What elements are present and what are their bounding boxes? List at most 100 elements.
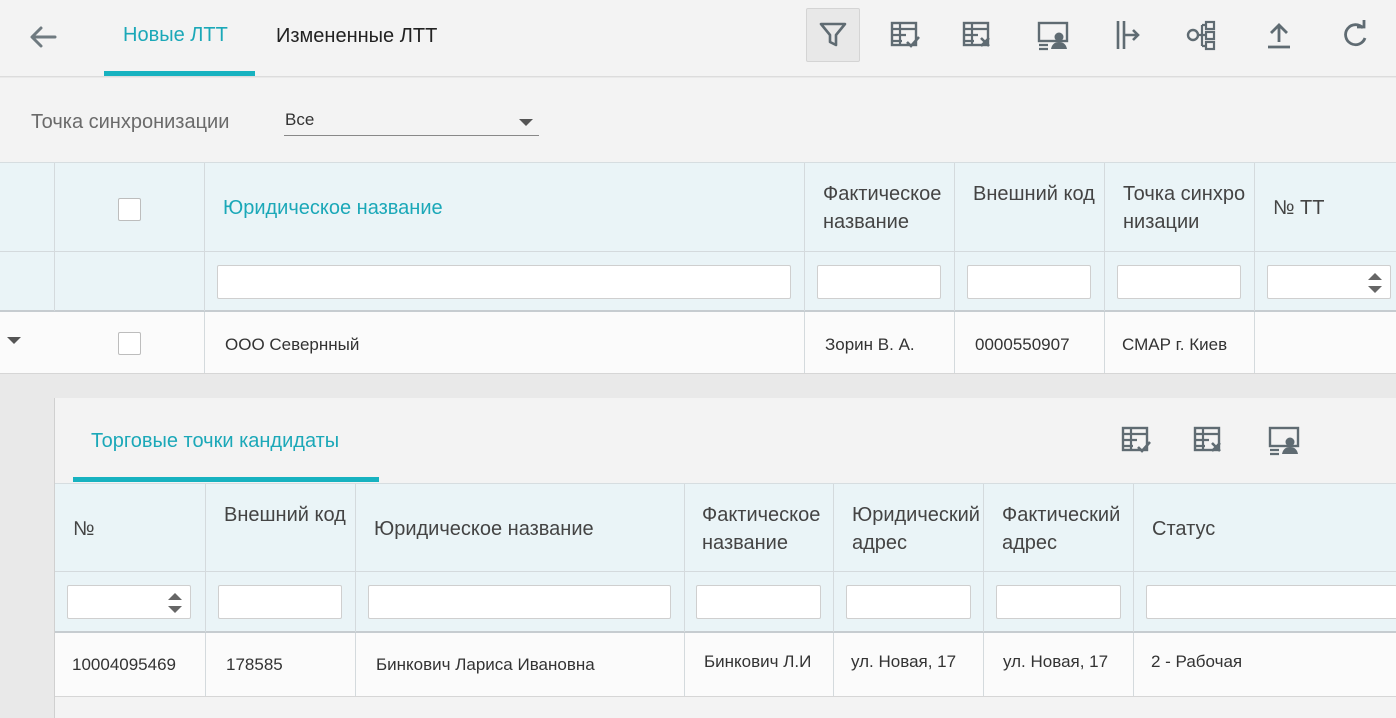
tab-candidate-points[interactable]: Торговые точки кандидаты <box>73 398 379 482</box>
cell-number: 10004095469 <box>72 655 177 674</box>
tab-changed-ltt[interactable]: Измененные ЛТТ <box>276 0 466 76</box>
tab-new-ltt-label: Новые ЛТТ <box>123 24 228 46</box>
column-divider <box>983 484 984 632</box>
chevron-down-icon <box>519 119 533 126</box>
tab-active-indicator <box>73 477 379 482</box>
grid-check-icon <box>890 21 920 48</box>
split-icon <box>1116 21 1140 49</box>
col-tt-number[interactable]: № ТТ <box>1273 194 1324 222</box>
col-actual-name[interactable]: Фактическое название <box>823 180 951 236</box>
filter-external-code-input[interactable] <box>967 265 1091 299</box>
detail-table-header: № Внешний код Юридическое название Факти… <box>55 483 1396 633</box>
user-card-icon <box>1268 426 1300 456</box>
refresh-icon <box>1344 20 1367 47</box>
sync-point-select[interactable]: Все <box>284 106 539 136</box>
main-table-header: Юридическое название Фактическое названи… <box>0 162 1396 312</box>
column-divider <box>204 163 205 311</box>
column-divider <box>983 633 984 696</box>
col-sync-point[interactable]: Точка синхронизации <box>1123 180 1252 236</box>
cell-external-code: 178585 <box>226 655 283 674</box>
refresh-button[interactable] <box>1328 8 1382 62</box>
sync-point-label: Точка синхронизации <box>31 111 230 133</box>
filter-legal-name-input[interactable] <box>368 585 671 619</box>
spinner-icon[interactable] <box>1368 273 1382 293</box>
column-divider <box>684 633 685 696</box>
upload-button[interactable] <box>1252 8 1306 62</box>
tab-candidate-points-label: Торговые точки кандидаты <box>91 430 340 452</box>
filter-button[interactable] <box>806 8 860 62</box>
col-external-code[interactable]: Внешний код <box>224 501 352 529</box>
col-legal-name[interactable]: Юридическое название <box>223 194 443 222</box>
tab-new-ltt[interactable]: Новые ЛТТ <box>104 0 255 76</box>
col-legal-name[interactable]: Юридическое название <box>374 515 594 543</box>
column-divider <box>204 312 205 373</box>
table-row[interactable]: 10004095469 178585 Бинкович Лариса Ивано… <box>55 633 1396 697</box>
column-divider <box>205 633 206 696</box>
column-divider <box>954 163 955 311</box>
filter-tt-number-input[interactable] <box>1267 265 1391 299</box>
column-divider <box>1104 312 1105 373</box>
filter-status-input[interactable] <box>1146 585 1396 619</box>
split-button[interactable] <box>1098 8 1152 62</box>
col-actual-name[interactable]: Фактическое название <box>702 501 832 557</box>
select-all-checkbox[interactable] <box>118 198 141 221</box>
detail-user-card-button[interactable] <box>1262 418 1306 462</box>
filter-actual-address-input[interactable] <box>996 585 1121 619</box>
column-divider <box>1133 633 1134 696</box>
cell-legal-address: ул. Новая, 17 <box>851 652 957 671</box>
back-button[interactable] <box>26 22 60 52</box>
upload-icon <box>1268 23 1290 49</box>
column-divider <box>355 484 356 632</box>
filter-bar: Точка синхронизации Все <box>0 78 1396 162</box>
cell-external-code: 0000550907 <box>975 335 1070 354</box>
detail-grid-clear-button[interactable] <box>1186 418 1230 462</box>
row-checkbox[interactable] <box>118 332 141 355</box>
column-divider <box>804 312 805 373</box>
filter-actual-name-input[interactable] <box>817 265 941 299</box>
column-divider <box>1254 312 1255 373</box>
cell-actual-name: Бинкович Л.И <box>704 652 812 671</box>
spinner-icon[interactable] <box>168 593 182 613</box>
chevron-down-icon[interactable] <box>7 337 21 344</box>
app-header: Новые ЛТТ Измененные ЛТТ <box>0 0 1396 77</box>
detail-panel: Торговые точки кандидаты № Внешний код Ю… <box>54 398 1396 718</box>
table-row[interactable]: ООО Севернный Зорин В. А. 0000550907 СМА… <box>0 312 1396 374</box>
grid-check-icon <box>1121 426 1151 453</box>
col-legal-address[interactable]: Юридический адрес <box>852 501 982 557</box>
filter-actual-name-input[interactable] <box>696 585 821 619</box>
col-external-code[interactable]: Внешний код <box>973 180 1101 208</box>
column-divider <box>54 163 55 311</box>
grid-clear-icon <box>1193 426 1221 452</box>
detail-grid-select-button[interactable] <box>1114 418 1158 462</box>
sync-point-value: Все <box>285 110 315 129</box>
column-divider <box>954 312 955 373</box>
arrow-left-icon <box>30 26 57 48</box>
col-actual-address[interactable]: Фактический адрес <box>1002 501 1132 557</box>
header-divider <box>55 571 1396 572</box>
column-divider <box>1104 163 1105 311</box>
user-card-icon <box>1037 21 1069 51</box>
filter-icon <box>819 22 847 47</box>
filter-sync-point-input[interactable] <box>1117 265 1241 299</box>
grid-select-button[interactable] <box>878 8 932 62</box>
filter-legal-address-input[interactable] <box>846 585 971 619</box>
cell-actual-address: ул. Новая, 17 <box>1003 652 1109 671</box>
user-card-button[interactable] <box>1026 8 1080 62</box>
column-divider <box>833 633 834 696</box>
filter-external-code-input[interactable] <box>218 585 342 619</box>
hierarchy-button[interactable] <box>1174 8 1228 62</box>
grid-clear-button[interactable] <box>950 8 1004 62</box>
tab-active-indicator <box>104 71 255 76</box>
hierarchy-icon <box>1186 20 1216 51</box>
column-divider <box>1133 484 1134 632</box>
grid-clear-icon <box>962 21 990 47</box>
column-divider <box>684 484 685 632</box>
cell-status: 2 - Рабочая <box>1151 652 1243 671</box>
cell-legal-name: ООО Севернный <box>225 335 360 354</box>
col-status[interactable]: Статус <box>1152 515 1215 543</box>
filter-number-input[interactable] <box>67 585 191 619</box>
col-number[interactable]: № <box>73 515 94 543</box>
column-divider <box>1254 163 1255 311</box>
filter-legal-name-input[interactable] <box>217 265 791 299</box>
column-divider <box>205 484 206 632</box>
